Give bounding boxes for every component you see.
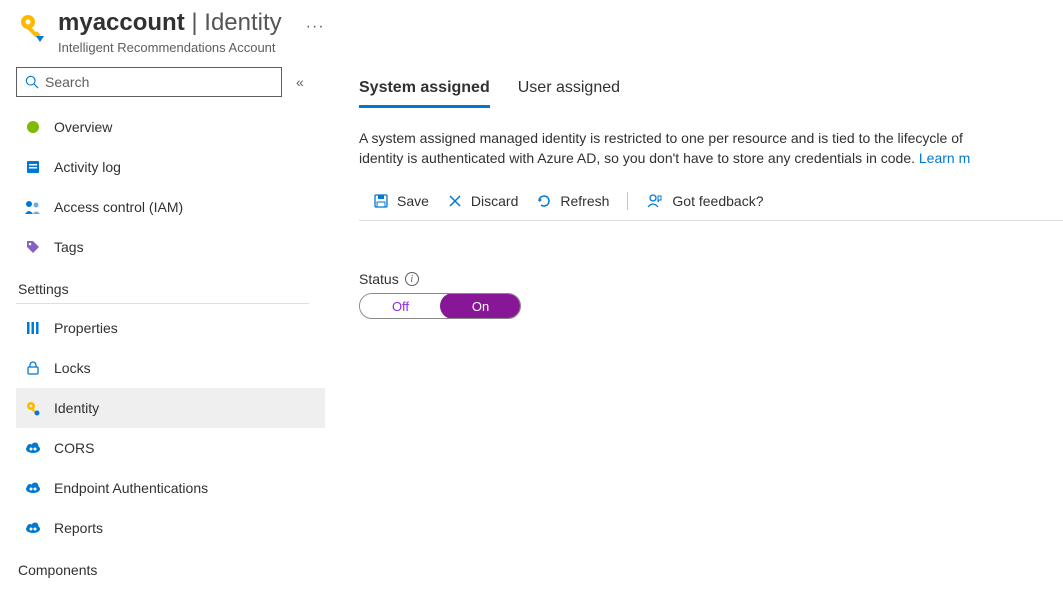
log-icon — [24, 158, 42, 176]
tab-system-assigned[interactable]: System assigned — [359, 79, 490, 108]
sidebar-item-properties[interactable]: Properties — [16, 308, 325, 348]
more-button[interactable]: ··· — [306, 18, 325, 36]
sidebar-item-access-control[interactable]: Access control (IAM) — [16, 187, 325, 227]
sidebar-item-overview[interactable]: Overview — [16, 107, 325, 147]
sidebar-section-components: Components — [16, 548, 309, 584]
sidebar-item-activity-log[interactable]: Activity log — [16, 147, 325, 187]
page-header: myaccount | Identity Intelligent Recomme… — [0, 0, 1063, 55]
discard-icon — [447, 193, 463, 209]
save-icon — [373, 193, 389, 209]
discard-button[interactable]: Discard — [447, 193, 518, 209]
sidebar-item-reports[interactable]: Reports — [16, 508, 325, 548]
description-text: A system assigned managed identity is re… — [359, 128, 1063, 168]
toolbar: Save Discard Refresh Got feedback? — [359, 192, 1063, 221]
sidebar-item-label: Locks — [54, 360, 91, 376]
search-placeholder: Search — [45, 74, 89, 90]
cloud-icon — [24, 439, 42, 457]
tag-icon — [24, 238, 42, 256]
sidebar-item-label: Tags — [54, 239, 84, 255]
status-label: Status — [359, 271, 399, 287]
people-icon — [24, 198, 42, 216]
sidebar-item-label: Properties — [54, 320, 118, 336]
page-subtitle: Intelligent Recommendations Account — [58, 40, 282, 55]
search-input[interactable]: Search — [16, 67, 282, 97]
sidebar-item-label: Identity — [54, 400, 99, 416]
sidebar-section-settings: Settings — [16, 267, 309, 304]
sidebar-item-label: Overview — [54, 119, 112, 135]
sidebar-item-label: Reports — [54, 520, 103, 536]
search-icon — [25, 75, 39, 89]
learn-more-link[interactable]: Learn m — [919, 150, 970, 166]
toolbar-divider — [627, 192, 628, 210]
sidebar: Search « Overview Activity log Access co… — [0, 55, 325, 588]
overview-icon — [24, 118, 42, 136]
save-button[interactable]: Save — [373, 193, 429, 209]
sidebar-item-label: Endpoint Authentications — [54, 480, 208, 496]
info-icon[interactable]: i — [405, 272, 419, 286]
tab-bar: System assigned User assigned — [359, 79, 1063, 108]
feedback-button[interactable]: Got feedback? — [646, 193, 763, 209]
page-title: myaccount | Identity — [58, 8, 282, 38]
toggle-off[interactable]: Off — [360, 294, 441, 318]
status-toggle[interactable]: Off On — [359, 293, 521, 319]
cloud-icon — [24, 519, 42, 537]
sidebar-item-identity[interactable]: Identity — [16, 388, 325, 428]
sidebar-item-locks[interactable]: Locks — [16, 348, 325, 388]
sidebar-item-label: Activity log — [54, 159, 121, 175]
sidebar-item-endpoint-auth[interactable]: Endpoint Authentications — [16, 468, 325, 508]
tab-user-assigned[interactable]: User assigned — [518, 79, 620, 108]
refresh-icon — [536, 193, 552, 209]
main-content: System assigned User assigned A system a… — [325, 55, 1063, 588]
refresh-button[interactable]: Refresh — [536, 193, 609, 209]
lock-icon — [24, 359, 42, 377]
sidebar-item-label: Access control (IAM) — [54, 199, 183, 215]
key-icon — [16, 12, 48, 44]
sidebar-item-cors[interactable]: CORS — [16, 428, 325, 468]
identity-icon — [24, 399, 42, 417]
sidebar-item-tags[interactable]: Tags — [16, 227, 325, 267]
collapse-icon[interactable]: « — [296, 74, 304, 90]
toggle-on[interactable]: On — [440, 293, 521, 319]
cloud-icon — [24, 479, 42, 497]
sidebar-item-label: CORS — [54, 440, 94, 456]
properties-icon — [24, 319, 42, 337]
feedback-icon — [646, 193, 664, 209]
